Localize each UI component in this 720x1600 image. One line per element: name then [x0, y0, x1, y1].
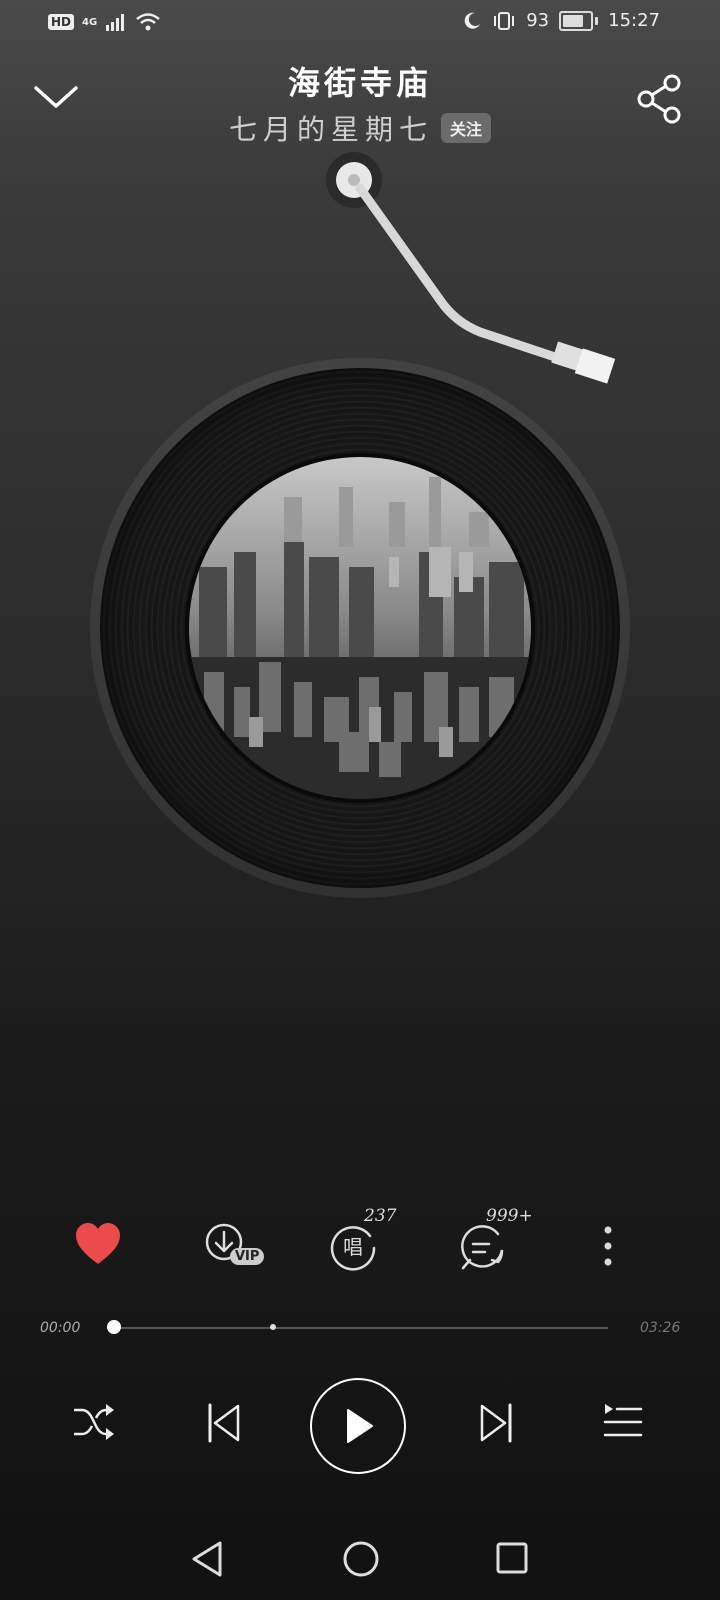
more-vertical-icon [604, 1226, 612, 1266]
battery-percent: 93 [526, 10, 550, 31]
home-circle-icon [343, 1541, 379, 1577]
play-icon [347, 1409, 373, 1443]
comment-icon [461, 1225, 504, 1270]
comment-count: 999+ [486, 1206, 533, 1226]
back-triangle-icon [192, 1541, 222, 1577]
previous-icon [208, 1403, 240, 1443]
status-left: HD 4G [48, 12, 161, 32]
heart-icon [76, 1223, 120, 1264]
nav-recent-button[interactable] [496, 1542, 528, 1574]
shuffle-button[interactable] [72, 1402, 116, 1442]
wifi-icon [136, 13, 160, 31]
tonearm [320, 150, 640, 410]
playlist-button[interactable] [603, 1402, 643, 1442]
total-time: 03:26 [640, 1320, 681, 1336]
battery-icon [559, 10, 599, 31]
previous-button[interactable] [206, 1402, 242, 1444]
more-button[interactable] [596, 1222, 620, 1274]
status-right: 93 15:27 [462, 10, 660, 31]
share-icon [637, 74, 681, 124]
buffer-marker [270, 1324, 276, 1330]
share-button[interactable] [636, 74, 684, 124]
status-bar: HD 4G 93 15:27 [0, 0, 720, 48]
nav-back-button[interactable] [190, 1540, 224, 1578]
progress-thumb[interactable] [107, 1320, 121, 1334]
artist-row: 七月的星期七 关注 [0, 108, 720, 148]
download-vip-button[interactable]: VIP [204, 1222, 274, 1274]
play-button[interactable] [310, 1378, 406, 1474]
next-icon [480, 1403, 512, 1443]
artist-name[interactable]: 七月的星期七 [229, 108, 433, 148]
vibrate-icon [494, 11, 515, 30]
comment-button[interactable]: 999+ [458, 1206, 548, 1274]
signal-icon [106, 14, 125, 31]
progress-track[interactable] [114, 1327, 608, 1329]
playlist-icon [603, 1404, 643, 1437]
sing-count: 237 [364, 1206, 397, 1226]
nav-home-button[interactable] [342, 1540, 380, 1578]
network-type: 4G [82, 16, 98, 28]
favorite-button[interactable] [74, 1222, 122, 1274]
hd-badge: HD [48, 14, 75, 30]
svg-text:唱: 唱 [343, 1235, 363, 1259]
tonearm-graphic [326, 152, 616, 384]
current-time: 00:00 [40, 1320, 81, 1336]
shuffle-icon [74, 1404, 114, 1440]
microphone-sing-icon: 唱 [330, 1226, 376, 1271]
moon-icon [464, 12, 481, 29]
song-title: 海街寺庙 [287, 64, 432, 102]
vip-badge: VIP [230, 1248, 265, 1265]
album-cover-art [189, 457, 531, 799]
sing-button[interactable]: 唱 237 [328, 1206, 408, 1274]
clock: 15:27 [608, 10, 660, 31]
follow-button[interactable]: 关注 [441, 113, 492, 143]
next-button[interactable] [478, 1402, 514, 1444]
recent-square-icon [496, 1542, 528, 1574]
album-cover [185, 453, 535, 803]
